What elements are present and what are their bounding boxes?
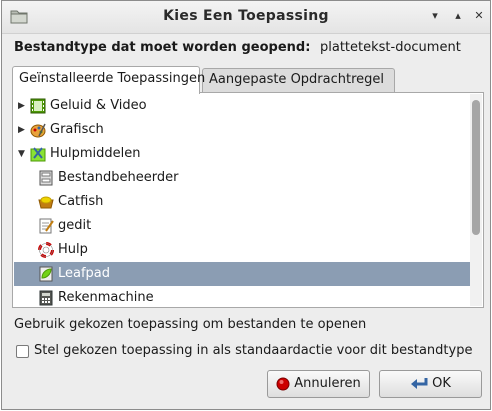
tab-custom-command[interactable]: Aangepaste Opdrachtregel xyxy=(202,68,395,92)
gedit-icon xyxy=(39,218,54,234)
tree-item-label: Geluid & Video xyxy=(50,98,147,113)
stop-icon xyxy=(276,377,290,390)
filetype-value: plattetekst-document xyxy=(320,40,461,55)
expander-icon[interactable]: ▶ xyxy=(18,94,25,118)
expander-icon[interactable]: ▶ xyxy=(18,118,25,142)
accessories-icon xyxy=(30,147,46,162)
default-action-checkbox[interactable] xyxy=(16,345,29,358)
cancel-button[interactable]: Annuleren xyxy=(267,370,370,398)
vertical-scrollbar[interactable] xyxy=(470,94,482,306)
expander-icon[interactable]: ▼ xyxy=(18,142,25,166)
window-title: Kies Een Toepassing xyxy=(163,8,329,24)
ok-button[interactable]: OK xyxy=(379,370,482,398)
filetype-label: Bestandtype dat moet worden geopend: xyxy=(14,40,311,55)
tree-row[interactable]: Hulp xyxy=(14,238,470,262)
tree-row[interactable]: Rekenmachine xyxy=(14,286,470,306)
dialog-window: Kies Een Toepassing ▾ ▴ ✕ Bestandtype da… xyxy=(1,0,491,410)
enter-arrow-icon xyxy=(411,377,428,389)
tree-item-label: Hulpmiddelen xyxy=(50,146,141,161)
tab-panel: ▶ Geluid & Video ▶ Grafisch ▼ Hulpmiddel… xyxy=(12,92,484,308)
shade-icon[interactable]: ▴ xyxy=(451,9,465,23)
menu-icon[interactable]: ▾ xyxy=(428,9,442,23)
tree-item-label: Grafisch xyxy=(50,122,104,137)
cancel-label: Annuleren xyxy=(294,376,361,391)
file-manager-icon xyxy=(39,170,53,186)
hint-text: Gebruik gekozen toepassing om bestanden … xyxy=(14,317,367,332)
application-tree[interactable]: ▶ Geluid & Video ▶ Grafisch ▼ Hulpmiddel… xyxy=(14,94,470,306)
tree-row[interactable]: Bestandbeheerder xyxy=(14,166,470,190)
filetype-row: Bestandtype dat moet worden geopend: pla… xyxy=(14,40,480,58)
tree-row-selected[interactable]: Leafpad xyxy=(14,262,470,286)
title-bar[interactable]: Kies Een Toepassing ▾ ▴ ✕ xyxy=(2,1,490,34)
multimedia-icon xyxy=(30,98,46,114)
tree-row[interactable]: ▶ Geluid & Video xyxy=(14,94,470,118)
calculator-icon xyxy=(39,290,53,306)
tree-item-label: Bestandbeheerder xyxy=(58,170,179,185)
tree-row[interactable]: ▼ Hulpmiddelen xyxy=(14,142,470,166)
tree-row[interactable]: gedit xyxy=(14,214,470,238)
help-lifebuoy-icon xyxy=(38,242,54,258)
tree-item-label: Hulp xyxy=(58,242,88,257)
graphics-icon xyxy=(30,123,46,138)
scrollbar-thumb[interactable] xyxy=(472,100,480,235)
default-action-label[interactable]: Stel gekozen toepassing in als standaard… xyxy=(34,343,472,358)
tab-installed-apps[interactable]: Geïnstalleerde Toepassingen xyxy=(12,66,205,94)
tree-row[interactable]: Catfish xyxy=(14,190,470,214)
tree-item-label: Leafpad xyxy=(58,266,111,281)
tree-item-label: Catfish xyxy=(58,194,104,209)
ok-label: OK xyxy=(432,376,451,391)
catfish-icon xyxy=(38,196,54,209)
tree-item-label: Rekenmachine xyxy=(58,290,154,305)
tree-item-label: gedit xyxy=(58,218,92,233)
leafpad-icon xyxy=(39,266,53,282)
tree-row[interactable]: ▶ Grafisch xyxy=(14,118,470,142)
close-icon[interactable]: ✕ xyxy=(472,9,486,23)
